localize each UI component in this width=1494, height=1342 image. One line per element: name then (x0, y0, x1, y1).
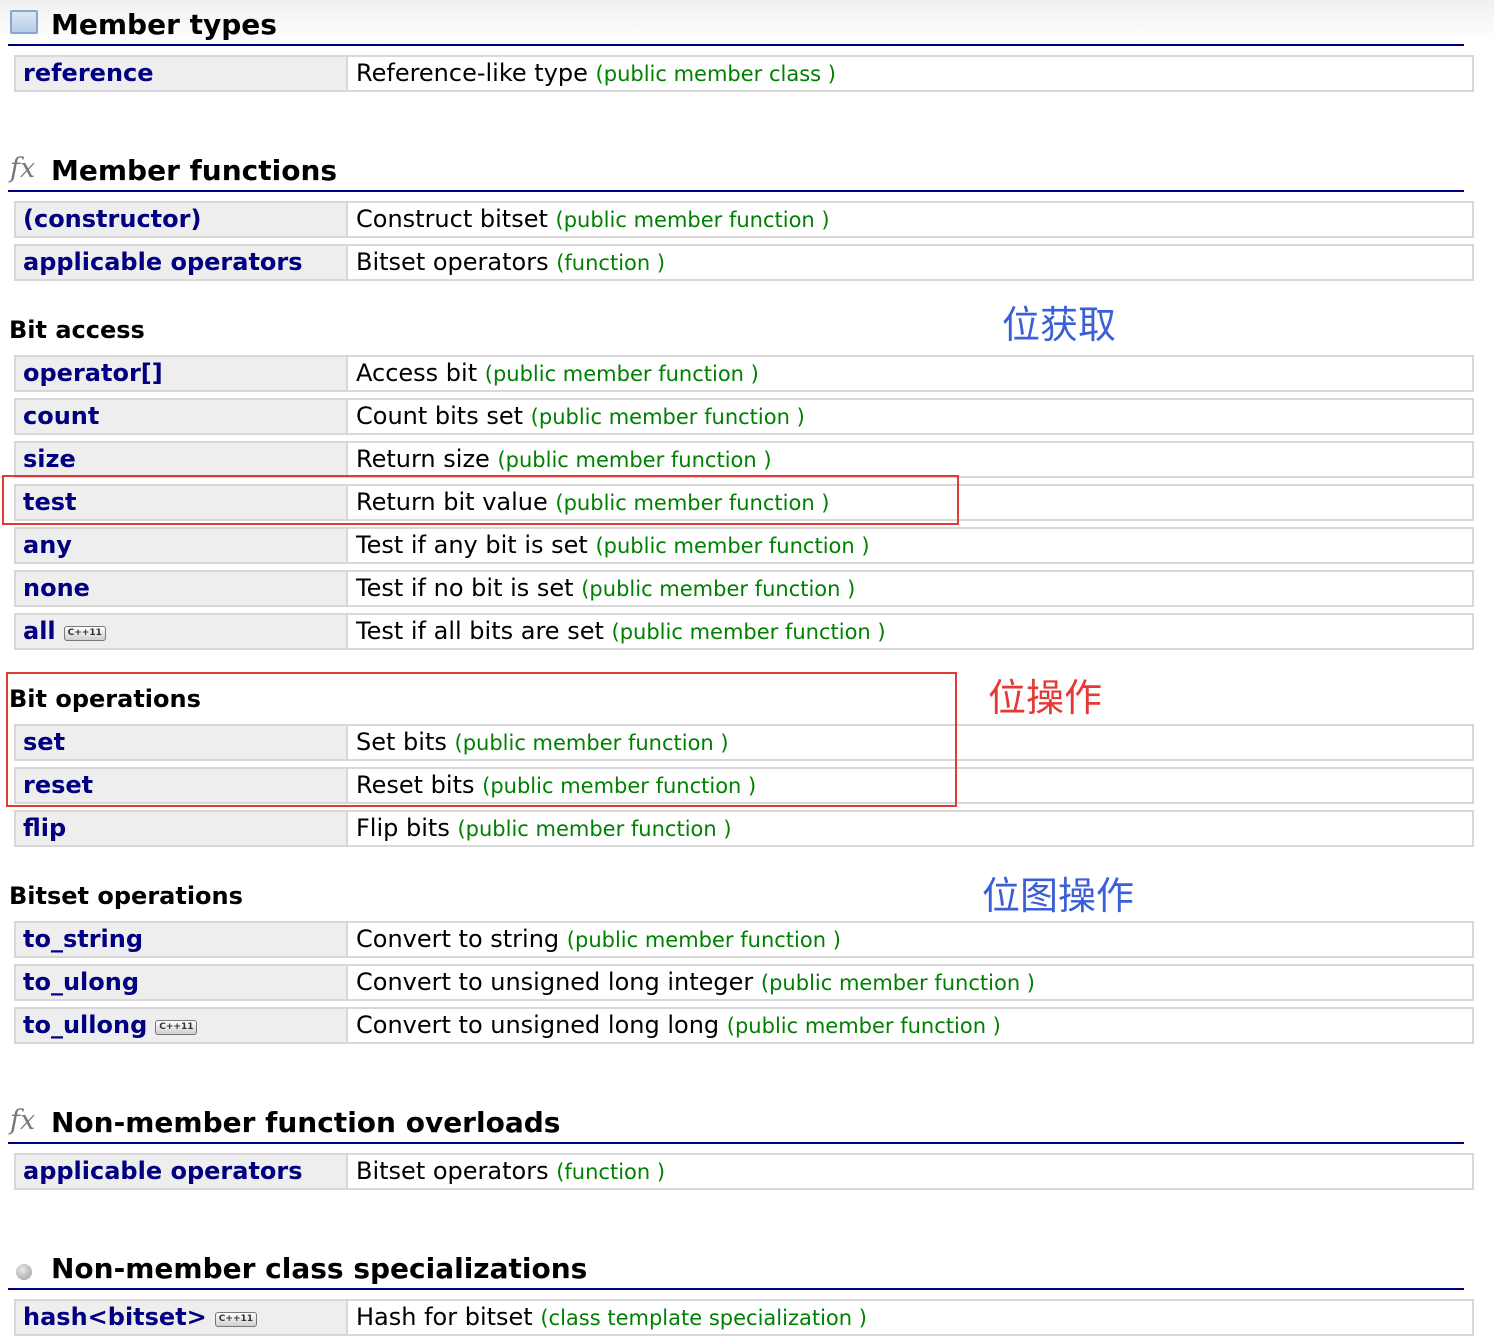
member-link-to-string[interactable]: to_string (23, 924, 143, 954)
member-link-count[interactable]: count (23, 401, 99, 431)
row-kind: (public member function ) (555, 208, 830, 232)
section-non-member-overloads: fx Non-member function overloads (8, 1098, 1464, 1144)
member-name: hash<bitset> (23, 1303, 207, 1331)
row-kind: (public member function ) (760, 971, 1036, 995)
row-description: Hash for bitset (356, 1303, 533, 1331)
row-description: Test if any bit is set (356, 531, 588, 559)
row-description: Count bits set (356, 402, 524, 430)
fx-icon: fx (10, 1105, 36, 1136)
annotation-bit-op: 位操作 (988, 676, 1103, 720)
section-title: Member types (51, 8, 277, 41)
table-row: applicable operators Bitset operators (f… (14, 244, 1474, 281)
section-member-types: Member types (8, 0, 1464, 46)
row-kind: (public member function ) (595, 534, 870, 558)
table-row: all C++11 Test if all bits are set (publi… (14, 613, 1474, 650)
member-link-none[interactable]: none (23, 573, 90, 603)
table-row: to_ulong Convert to unsigned long intege… (14, 964, 1474, 1001)
member-name: to_ullong (23, 1011, 148, 1039)
member-link-constructor[interactable]: (constructor) (23, 204, 201, 234)
member-link-hash[interactable]: hash<bitset> C++11 (23, 1302, 258, 1332)
row-kind: (public member function ) (566, 928, 841, 952)
highlight-box-bit-operations (6, 672, 957, 807)
bullet-icon (16, 1264, 32, 1280)
fx-icon: fx (10, 153, 36, 184)
row-kind: (public member function ) (530, 405, 805, 429)
row-kind: (class template specialization ) (540, 1306, 867, 1330)
row-description: Test if all bits are set (356, 617, 604, 645)
row-description: Test if no bit is set (356, 574, 574, 602)
section-non-member-specializations: Non-member class specializations (8, 1244, 1464, 1290)
member-link-any[interactable]: any (23, 530, 72, 560)
table-row: to_ullong C++11 Convert to unsigned long … (14, 1007, 1474, 1044)
row-kind: (function ) (556, 1160, 666, 1184)
section-title: Member functions (51, 154, 338, 187)
row-description: Return size (356, 445, 490, 473)
row-kind: (public member function ) (457, 817, 732, 841)
table-row: operator[] Access bit (public member fun… (14, 355, 1474, 392)
member-link-nm-applicable-operators[interactable]: applicable operators (23, 1156, 303, 1186)
row-description: Convert to unsigned long integer (356, 968, 754, 996)
section-title: Non-member function overloads (51, 1106, 561, 1139)
highlight-box-test (2, 475, 959, 525)
subsection-title-bit-access: Bit access (9, 316, 145, 344)
row-description: Flip bits (356, 814, 450, 842)
member-link-reference[interactable]: reference (23, 58, 154, 88)
cpp11-badge-icon: C++11 (155, 1020, 198, 1035)
cpp11-badge-icon: C++11 (63, 626, 106, 641)
row-description: Access bit (356, 359, 478, 387)
member-link-to-ullong[interactable]: to_ullong C++11 (23, 1010, 198, 1040)
row-description: Construct bitset (356, 205, 548, 233)
row-description: Bitset operators (356, 1157, 549, 1185)
row-kind: (function ) (556, 251, 666, 275)
section-title: Non-member class specializations (51, 1252, 588, 1285)
table-row: any Test if any bit is set (public membe… (14, 527, 1474, 564)
document-icon (10, 10, 38, 34)
member-link-all[interactable]: all C++11 (23, 616, 106, 646)
row-kind: (public member function ) (611, 620, 886, 644)
member-link-operator-index[interactable]: operator[] (23, 358, 163, 388)
section-member-functions: fx Member functions (8, 146, 1464, 192)
annotation-bit-get: 位获取 (1002, 303, 1117, 347)
table-row: applicable operators Bitset operators (f… (14, 1153, 1474, 1190)
table-row: (constructor) Construct bitset (public m… (14, 201, 1474, 238)
row-description: Convert to unsigned long long (356, 1011, 720, 1039)
row-kind: (public member class ) (595, 62, 836, 86)
member-name: all (23, 617, 56, 645)
cpp11-badge-icon: C++11 (214, 1312, 258, 1327)
row-kind: (public member function ) (497, 448, 772, 472)
row-description: Reference-like type (356, 59, 588, 87)
subsection-title-bitset-operations: Bitset operations (9, 882, 243, 910)
table-row: to_string Convert to string (public memb… (14, 921, 1474, 958)
row-description: Bitset operators (356, 248, 549, 276)
member-link-applicable-operators[interactable]: applicable operators (23, 247, 303, 277)
member-link-size[interactable]: size (23, 444, 76, 474)
row-kind: (public member function ) (726, 1014, 1001, 1038)
table-row: size Return size (public member function… (14, 441, 1474, 478)
member-link-to-ulong[interactable]: to_ulong (23, 967, 139, 997)
row-kind: (public member function ) (484, 362, 759, 386)
table-row: none Test if no bit is set (public membe… (14, 570, 1474, 607)
member-link-flip[interactable]: flip (23, 813, 66, 843)
annotation-bitmap-op: 位图操作 (982, 874, 1135, 918)
table-row: flip Flip bits (public member function ) (14, 810, 1474, 847)
table-row: count Count bits set (public member func… (14, 398, 1474, 435)
row-kind: (public member function ) (581, 577, 856, 601)
table-row: hash<bitset> C++11 Hash for bitset (class… (14, 1299, 1474, 1336)
row-description: Convert to string (356, 925, 560, 953)
table-row: reference Reference-like type (public me… (14, 55, 1474, 92)
